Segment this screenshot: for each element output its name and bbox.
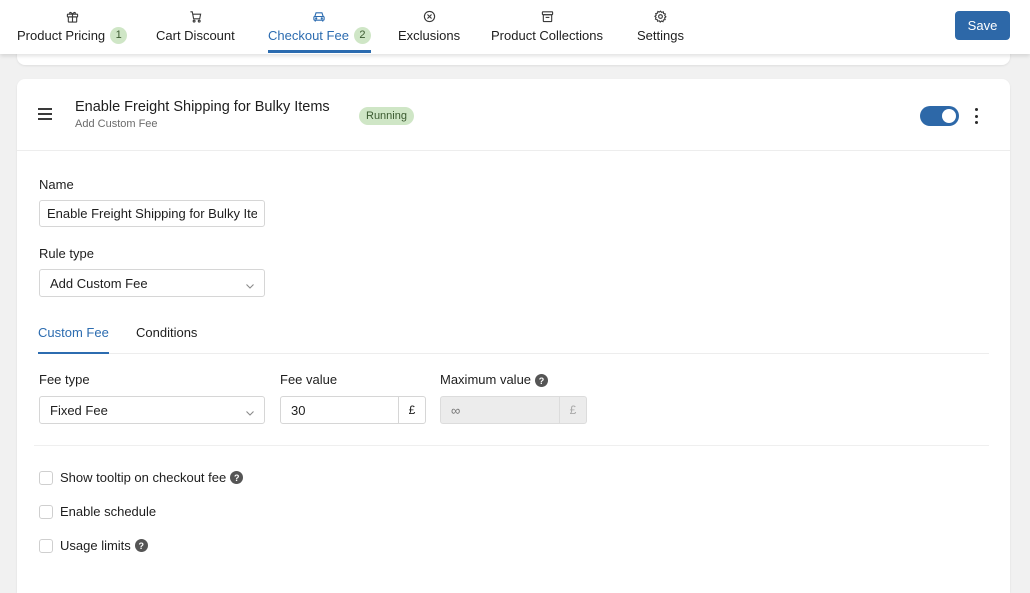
checkbox-label: Enable schedule — [60, 504, 157, 519]
max-value-label-text: Maximum value — [440, 372, 532, 387]
tab-exclusions[interactable]: Exclusions — [398, 0, 460, 54]
gift-icon — [65, 9, 79, 23]
tab-count-badge: 2 — [353, 26, 371, 44]
rule-type-value: Add Custom Fee — [50, 276, 148, 291]
fee-value-label: Fee value — [280, 372, 338, 387]
fee-type-select[interactable]: Fixed Fee — [39, 396, 265, 424]
show-tooltip-checkbox[interactable] — [39, 470, 53, 485]
tab-settings[interactable]: Settings — [637, 0, 684, 54]
rule-subtabs: Custom Fee Conditions — [38, 322, 989, 354]
chevron-down-icon — [245, 405, 255, 416]
circle-x-icon — [422, 9, 436, 23]
rule-type-select[interactable]: Add Custom Fee — [39, 269, 265, 297]
rule-subtitle: Add Custom Fee — [75, 118, 158, 130]
name-input[interactable] — [39, 200, 265, 227]
section-divider — [34, 445, 989, 446]
tab-count-badge: 1 — [110, 26, 128, 44]
fee-value-input[interactable] — [281, 397, 398, 423]
status-badge: Running — [359, 107, 414, 125]
checkbox-label: Usage limits — [60, 538, 131, 553]
tab-label: Cart Discount — [156, 27, 235, 43]
fee-type-value: Fixed Fee — [50, 403, 108, 418]
usage-limits-option[interactable]: Usage limits? — [39, 538, 148, 553]
name-label: Name — [39, 177, 74, 192]
tab-checkout-fee[interactable]: Checkout Fee 2 — [268, 0, 371, 54]
enable-schedule-option[interactable]: Enable schedule — [39, 504, 156, 519]
top-navigation: Product Pricing 1 Cart Discount Checkout… — [0, 0, 1030, 54]
tab-label: Product Collections — [491, 27, 603, 43]
gear-icon — [653, 9, 667, 23]
tab-cart-discount[interactable]: Cart Discount — [156, 0, 235, 54]
rule-card: Enable Freight Shipping for Bulky Items … — [17, 79, 1010, 593]
tab-label: Exclusions — [398, 27, 461, 43]
tab-product-collections[interactable]: Product Collections — [491, 0, 603, 54]
rule-card-header: Enable Freight Shipping for Bulky Items … — [17, 79, 1010, 151]
max-value-field: £ — [440, 396, 587, 424]
tab-label: Checkout Fee — [268, 27, 349, 43]
save-button[interactable]: Save — [955, 11, 1010, 40]
help-icon[interactable]: ? — [134, 539, 148, 552]
rule-enabled-toggle[interactable] — [920, 106, 959, 126]
tab-product-pricing[interactable]: Product Pricing 1 — [17, 0, 128, 54]
max-value-input — [441, 397, 559, 423]
truck-icon — [312, 9, 326, 23]
chevron-down-icon — [245, 278, 255, 289]
tab-label: Settings — [637, 27, 684, 43]
help-icon[interactable]: ? — [535, 374, 549, 388]
more-options-icon[interactable] — [970, 106, 982, 126]
tab-label: Product Pricing — [17, 27, 106, 43]
help-icon[interactable]: ? — [230, 471, 244, 484]
cart-icon — [188, 9, 202, 23]
toggle-knob — [942, 109, 956, 123]
rule-title: Enable Freight Shipping for Bulky Items — [75, 99, 330, 115]
subtab-conditions[interactable]: Conditions — [136, 325, 197, 354]
max-currency-addon: £ — [559, 397, 586, 423]
max-value-label: Maximum value? — [440, 372, 549, 388]
fee-currency-addon: £ — [398, 397, 425, 423]
drag-handle-icon[interactable] — [38, 108, 52, 120]
fee-type-label: Fee type — [39, 372, 90, 387]
usage-limits-checkbox[interactable] — [39, 538, 53, 553]
fee-value-field: £ — [280, 396, 426, 424]
show-tooltip-option[interactable]: Show tooltip on checkout fee? — [39, 470, 244, 485]
collection-icon — [540, 9, 554, 23]
enable-schedule-checkbox[interactable] — [39, 504, 53, 519]
checkbox-label: Show tooltip on checkout fee — [60, 470, 227, 485]
subtab-custom-fee[interactable]: Custom Fee — [38, 325, 109, 354]
rule-type-label: Rule type — [39, 246, 94, 261]
